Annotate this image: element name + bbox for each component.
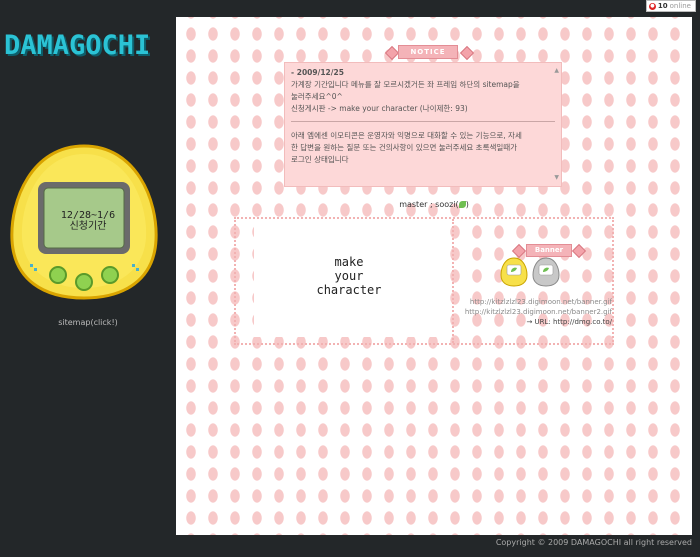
make-line-3: character	[316, 283, 382, 297]
banner-right-diamond-icon	[571, 243, 587, 259]
make-line-2: your	[334, 269, 364, 283]
make-line-1: make	[334, 255, 364, 269]
sitemap-link[interactable]: sitemap(click!)	[0, 318, 176, 327]
board-area: make your character Banner http://kitzlz…	[234, 217, 614, 345]
notice-right-diamond-icon	[459, 45, 475, 61]
notice-line-6: 로그인 상태입니다	[291, 155, 349, 164]
notice-line-4: 아래 엠에센 이모티콘은 운영자와 익명으로 대화할 수 있는 기능으로, 자세	[291, 131, 522, 140]
notice-line-5: 한 답변을 원하는 질문 또는 건의사항이 있으면 눌러주세요 초록색일때가	[291, 143, 518, 152]
notice-box[interactable]: ▲ - 2009/12/25 가계장 기간입니다 메뉴를 잘 모르시겠거든 좌 …	[284, 62, 562, 187]
banner-title: Banner	[526, 244, 572, 257]
notice-line-1: 가계장 기간입니다 메뉴를 잘 모르시겠거든 좌 프레임 하단의 sitemap…	[291, 80, 520, 89]
banner-gray-egg-icon[interactable]	[532, 257, 560, 287]
tamagotchi-device[interactable]: 12/28~1/6 신청기간	[8, 140, 160, 302]
device-screen-date: 12/28~1/6	[60, 210, 116, 221]
online-status-icon: ●	[648, 2, 656, 10]
notice-left-diamond-icon	[384, 45, 400, 61]
copyright: Copyright © 2009 DAMAGOCHI all right res…	[495, 538, 692, 547]
online-count: 10	[657, 2, 668, 10]
master-suffix: )	[465, 200, 469, 209]
scroll-down-icon[interactable]: ▼	[554, 172, 559, 184]
notice-line-2: 눌러주세요^0^	[291, 92, 343, 101]
master-line: master ; soozi()	[176, 200, 692, 209]
online-counter: ● 10 online	[645, 0, 696, 12]
device-screen-caption: 신청기간	[69, 221, 107, 232]
banner-info: http://kitzlzlzl23.digimoon.net/banner.g…	[452, 297, 612, 327]
online-label: online	[669, 2, 691, 10]
master-label: master ; soozi(	[399, 200, 459, 209]
msn-status-icon[interactable]	[458, 201, 466, 208]
site-url[interactable]: → URL: http://dmg.co.to/	[452, 317, 612, 327]
banner-yellow-egg-icon[interactable]	[500, 257, 528, 287]
banner-url-1[interactable]: http://kitzlzlzl23.digimoon.net/banner.g…	[452, 297, 612, 307]
banner-url-2[interactable]: http://kitzlzlzl23.digimoon.net/banner2.…	[452, 307, 612, 317]
notice-date: - 2009/12/25	[291, 68, 344, 77]
make-your-character-link[interactable]: make your character	[254, 255, 444, 297]
notice-divider	[291, 121, 555, 122]
device-screen: 12/28~1/6 신청기간	[50, 210, 126, 232]
site-logo[interactable]: DAMAGOCHI	[4, 30, 150, 61]
make-your-character-box[interactable]: make your character	[254, 225, 444, 337]
notice-title: NOTICE	[398, 45, 458, 59]
banner-left-diamond-icon	[511, 243, 527, 259]
notice-line-3: 신청게시판 -> make your character (나이제한: 93)	[291, 104, 468, 113]
main-content: NOTICE ▲ - 2009/12/25 가계장 기간입니다 메뉴를 잘 모르…	[176, 17, 692, 535]
scroll-up-icon[interactable]: ▲	[554, 65, 559, 77]
